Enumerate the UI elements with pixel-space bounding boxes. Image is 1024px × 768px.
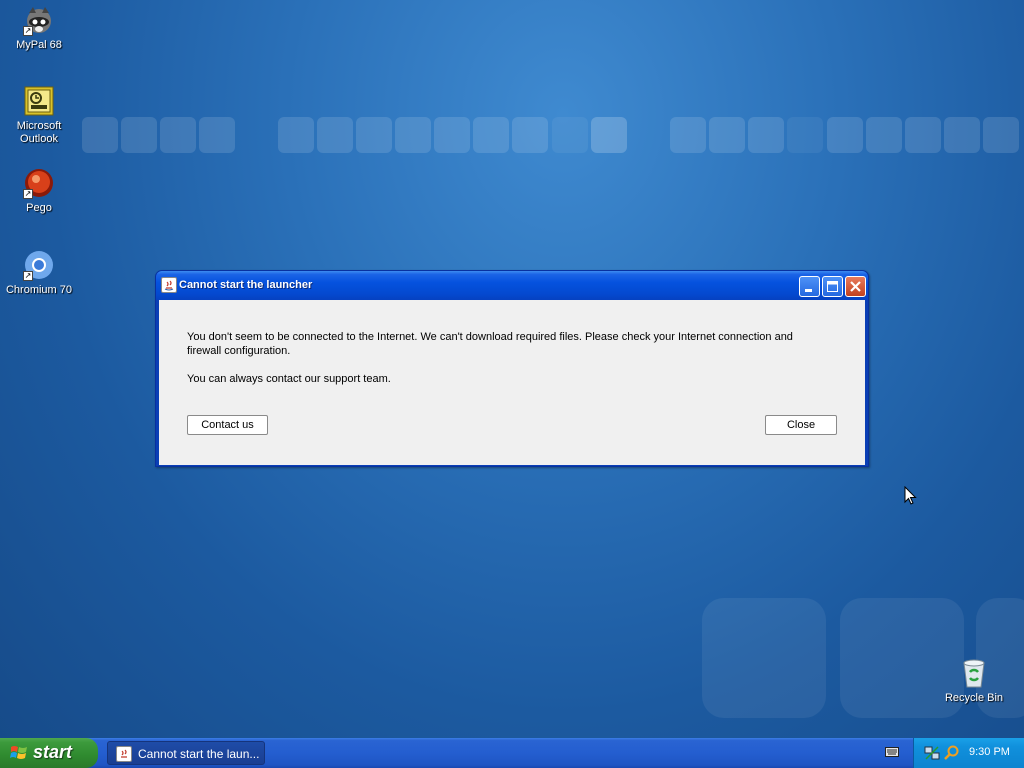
recycle-bin-icon xyxy=(958,657,990,689)
support-message: You can always contact our support team. xyxy=(187,373,391,385)
desktop-icon-pego[interactable]: ↗ Pego xyxy=(1,167,77,215)
desktop-icon-label: Microsoft Outlook xyxy=(16,120,62,145)
chromium-icon: ↗ xyxy=(23,249,55,281)
contact-us-button[interactable]: Contact us xyxy=(187,415,268,435)
start-label: start xyxy=(33,742,73,762)
launcher-error-dialog: Cannot start the launcher You don't seem… xyxy=(155,270,869,467)
desktop-icon-outlook[interactable]: Microsoft Outlook xyxy=(1,85,77,146)
desktop-icon-mypal[interactable]: ↗ MyPal 68 xyxy=(1,4,77,52)
desktop-icon-label: Recycle Bin xyxy=(944,692,1004,704)
outlook-icon xyxy=(23,85,55,117)
maximize-button[interactable] xyxy=(822,276,843,297)
mouse-cursor-icon xyxy=(904,486,917,505)
minimize-button[interactable] xyxy=(799,276,820,297)
raccoon-icon: ↗ xyxy=(23,4,55,36)
search-icon[interactable] xyxy=(943,745,959,761)
desktop-icon-label: Chromium 70 xyxy=(5,284,73,296)
desktop-icon-chromium[interactable]: ↗ Chromium 70 xyxy=(1,249,77,297)
pego-icon: ↗ xyxy=(23,167,55,199)
desktop-wallpaper-tiles xyxy=(82,117,1024,154)
desktop-icon-label: Pego xyxy=(26,202,52,214)
minimize-icon xyxy=(805,289,812,292)
keyboard-icon[interactable] xyxy=(885,746,899,758)
java-icon xyxy=(161,277,177,293)
close-window-button[interactable] xyxy=(845,276,866,297)
dialog-body: You don't seem to be connected to the In… xyxy=(159,300,865,465)
desktop-icon-label: MyPal 68 xyxy=(16,39,62,51)
wallpaper-tile xyxy=(702,598,826,718)
system-tray: 9:30 PM xyxy=(913,738,1024,768)
close-button[interactable]: Close xyxy=(765,415,837,435)
start-button[interactable]: start xyxy=(0,738,98,768)
dialog-titlebar[interactable]: Cannot start the launcher xyxy=(156,271,868,300)
error-message: You don't seem to be connected to the In… xyxy=(187,331,793,357)
dialog-title: Cannot start the launcher xyxy=(179,279,313,291)
close-icon xyxy=(850,281,861,292)
java-icon xyxy=(116,746,132,762)
taskbar-item-launcher[interactable]: Cannot start the laun... xyxy=(107,741,265,765)
clock[interactable]: 9:30 PM xyxy=(969,746,1010,758)
taskbar-item-label: Cannot start the laun... xyxy=(138,747,260,761)
network-icon[interactable] xyxy=(924,745,940,761)
taskbar: start Cannot start the laun... 9:30 PM xyxy=(0,738,1024,768)
desktop-icon-recycle-bin[interactable]: Recycle Bin xyxy=(936,657,1012,705)
windows-logo-icon xyxy=(10,746,27,759)
maximize-icon xyxy=(827,281,838,292)
